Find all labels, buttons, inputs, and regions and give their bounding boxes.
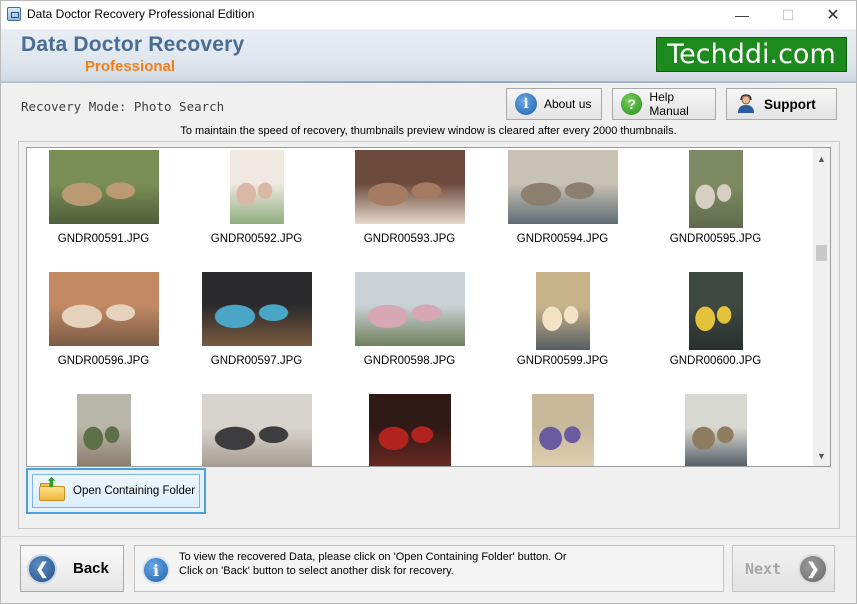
thumbnail-filename: GNDR00600.JPG — [669, 355, 762, 367]
scroll-thumb[interactable] — [816, 245, 827, 261]
about-us-button[interactable]: i About us — [506, 88, 602, 120]
support-label: Support — [764, 96, 816, 112]
thumbnail-image[interactable] — [507, 150, 618, 224]
thumbnail-item[interactable]: GNDR00591.JPG — [27, 150, 180, 245]
info-message: i To view the recovered Data, please cli… — [134, 545, 724, 592]
back-label: Back — [73, 560, 109, 577]
thumbnail-image[interactable] — [48, 150, 159, 224]
product-subtitle: Professional — [85, 58, 176, 75]
support-button[interactable]: Support — [726, 88, 837, 120]
info-icon: i — [515, 93, 537, 115]
help-manual-label: Help Manual — [649, 90, 689, 118]
question-icon: ? — [621, 93, 643, 115]
thumbnail-item[interactable]: GNDR00597.JPG — [180, 272, 333, 367]
minimize-button[interactable]: — — [719, 1, 765, 29]
thumbnail-item[interactable] — [180, 394, 333, 466]
thumbnail-image[interactable] — [76, 394, 131, 466]
thumbnail-filename: GNDR00597.JPG — [210, 355, 303, 367]
thumbnail-item[interactable] — [486, 394, 639, 466]
thumbnail-item[interactable]: GNDR00594.JPG — [486, 150, 639, 245]
thumbnail-image[interactable] — [535, 272, 590, 350]
next-arrow-icon: ❯ — [798, 554, 828, 584]
thumbnail-filename: GNDR00591.JPG — [57, 233, 150, 245]
thumbnail-image[interactable] — [201, 272, 312, 346]
thumbnail-item[interactable]: GNDR00599.JPG — [486, 272, 639, 367]
thumbnail-image[interactable] — [688, 150, 743, 228]
info-line-2: Click on 'Back' button to select another… — [179, 565, 454, 577]
thumbnail-item[interactable]: GNDR00600.JPG — [639, 272, 792, 367]
thumbnail-image[interactable] — [688, 272, 743, 350]
thumbnail-filename: GNDR00595.JPG — [669, 233, 762, 245]
brand-logo: Techddi.com — [656, 37, 847, 72]
thumbnail-filename: GNDR00593.JPG — [363, 233, 456, 245]
info-line-1: To view the recovered Data, please click… — [179, 551, 567, 563]
thumbnail-image[interactable] — [354, 272, 465, 346]
app-icon — [7, 7, 21, 21]
app-header: Data Doctor Recovery Professional Techdd… — [1, 29, 856, 83]
thumbnail-filename: GNDR00598.JPG — [363, 355, 456, 367]
support-agent-icon — [735, 93, 757, 115]
back-arrow-icon: ❮ — [27, 553, 57, 584]
folder-icon: ⬆ — [39, 475, 65, 501]
thumbnail-notice: To maintain the speed of recovery, thumb… — [180, 125, 677, 137]
thumbnail-item[interactable] — [639, 394, 792, 466]
thumbnail-image[interactable] — [229, 150, 284, 224]
open-folder-label: Open Containing Folder — [73, 485, 196, 497]
thumbnail-image[interactable] — [201, 394, 312, 466]
thumbnail-filename: GNDR00596.JPG — [57, 355, 150, 367]
thumbnail-image[interactable] — [354, 150, 465, 224]
scroll-up-icon[interactable]: ▲ — [813, 150, 830, 167]
recovery-mode-label: Recovery Mode: Photo Search — [21, 99, 225, 114]
thumbnail-item[interactable]: GNDR00596.JPG — [27, 272, 180, 367]
scroll-down-icon[interactable]: ▼ — [813, 447, 830, 464]
thumbnail-item[interactable]: GNDR00598.JPG — [333, 272, 486, 367]
thumbnail-filename: GNDR00599.JPG — [516, 355, 609, 367]
info-icon: i — [142, 556, 170, 584]
thumbnail-filename: GNDR00592.JPG — [210, 233, 303, 245]
next-button[interactable]: Next ❯ — [732, 545, 835, 592]
title-bar: Data Doctor Recovery Professional Editio… — [1, 1, 856, 29]
close-button[interactable]: ✕ — [810, 1, 856, 29]
window-title: Data Doctor Recovery Professional Editio… — [27, 7, 255, 21]
thumbnail-grid[interactable]: GNDR00591.JPG GNDR00592.JPG GNDR00593.JPG G… — [26, 147, 831, 467]
vertical-scrollbar[interactable]: ▲ ▼ — [813, 147, 831, 467]
thumbnail-image[interactable] — [684, 394, 747, 466]
product-title: Data Doctor Recovery — [21, 33, 245, 56]
thumbnail-image[interactable] — [531, 394, 594, 466]
back-button[interactable]: ❮ Back — [20, 545, 124, 592]
thumbnail-image[interactable] — [368, 394, 451, 466]
open-containing-folder-button[interactable]: ⬆ Open Containing Folder — [26, 468, 206, 514]
thumbnail-item[interactable] — [27, 394, 180, 466]
thumbnail-item[interactable]: GNDR00592.JPG — [180, 150, 333, 245]
open-folder-inner: ⬆ Open Containing Folder — [32, 474, 200, 508]
about-us-label: About us — [544, 97, 592, 111]
thumbnail-item[interactable] — [333, 394, 486, 466]
app-window: Data Doctor Recovery Professional Editio… — [0, 0, 857, 604]
thumbnail-item[interactable]: GNDR00593.JPG — [333, 150, 486, 245]
next-label: Next — [745, 559, 782, 578]
thumbnail-image[interactable] — [48, 272, 159, 346]
thumbnail-item[interactable]: GNDR00595.JPG — [639, 150, 792, 245]
thumbnail-filename: GNDR00594.JPG — [516, 233, 609, 245]
help-manual-button[interactable]: ? Help Manual — [612, 88, 716, 120]
divider — [1, 536, 856, 537]
maximize-button[interactable]: ☐ — [765, 1, 811, 29]
